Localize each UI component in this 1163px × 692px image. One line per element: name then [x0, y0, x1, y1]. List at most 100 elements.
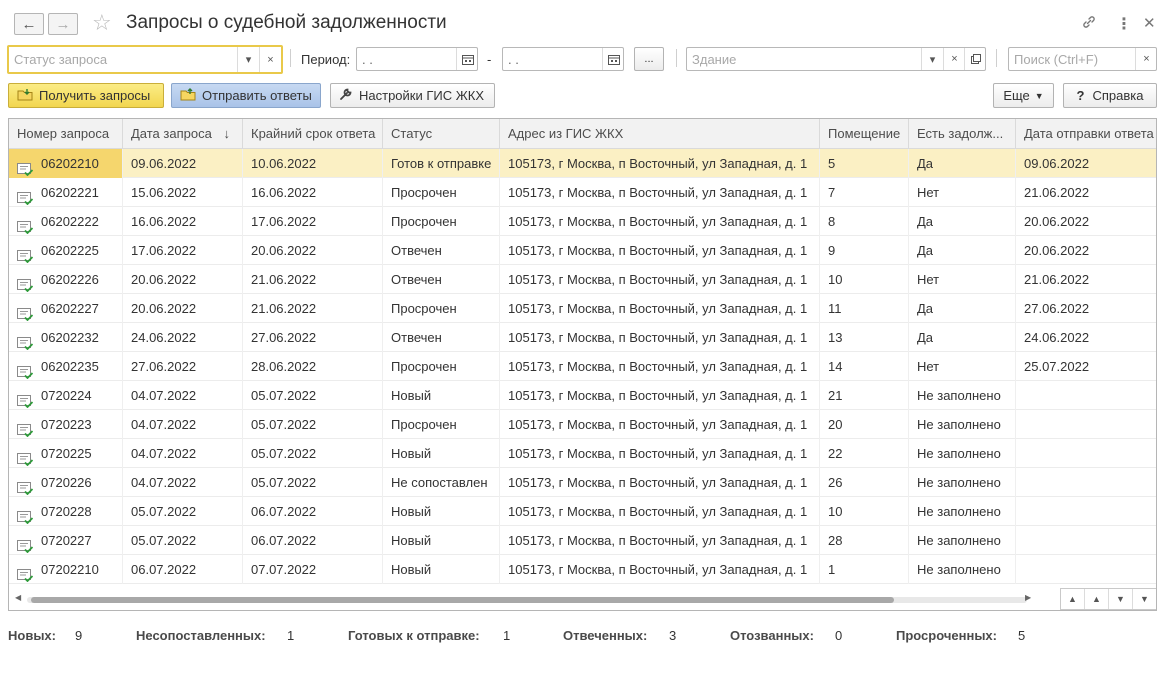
last-page-icon[interactable]: ▼	[1133, 589, 1156, 609]
cell-status: Просрочен	[383, 207, 500, 236]
table-row[interactable]: 0720227 05.07.2022 06.07.2022 Новый 105173, …	[9, 526, 1156, 555]
chevron-down-icon[interactable]: ▾	[921, 48, 943, 70]
cell-request-date: 04.07.2022	[123, 410, 243, 439]
star-icon[interactable]: ☆	[92, 10, 112, 36]
table-row[interactable]: 0720228 05.07.2022 06.07.2022 Новый 105173, …	[9, 497, 1156, 526]
table-row[interactable]: 0720223 04.07.2022 05.07.2022 Просрочен 1051…	[9, 410, 1156, 439]
header-status[interactable]: Статус	[383, 119, 500, 149]
chevron-down-icon[interactable]: ▾	[237, 47, 259, 72]
table-row[interactable]: 06202226 20.06.2022 21.06.2022 Отвечен 10517…	[9, 265, 1156, 294]
cell-answer-date	[1016, 410, 1156, 439]
more-label: Еще	[1003, 88, 1030, 103]
table-row[interactable]: 06202210 09.06.2022 10.06.2022 Готов к отпр…	[9, 149, 1156, 178]
table-row[interactable]: 0720224 04.07.2022 05.07.2022 Новый 105173, …	[9, 381, 1156, 410]
requests-table[interactable]: Номер запроса Дата запроса ↓ Крайний сро…	[8, 118, 1157, 611]
table-row[interactable]: 06202235 27.06.2022 28.06.2022 Просрочен 105…	[9, 352, 1156, 381]
table-row[interactable]: 06202222 16.06.2022 17.06.2022 Просрочен 105…	[9, 207, 1156, 236]
cell-address: 105173, г Москва, п Восточный, ул Западн…	[500, 265, 820, 294]
document-check-icon	[17, 331, 34, 351]
cell-status: Просрочен	[383, 410, 500, 439]
clear-icon[interactable]: ×	[943, 48, 965, 70]
gis-settings-button[interactable]: Настройки ГИС ЖКХ	[330, 83, 495, 108]
cell-request-number: 07202210	[9, 555, 123, 584]
get-requests-button[interactable]: Получить запросы	[8, 83, 164, 108]
cell-premises: 28	[820, 526, 909, 555]
forward-button[interactable]: →	[48, 13, 78, 35]
calendar-icon[interactable]	[456, 48, 478, 70]
more-button[interactable]: Еще ▼	[993, 83, 1054, 108]
header-address[interactable]: Адрес из ГИС ЖКХ	[500, 119, 820, 149]
cell-has-debt: Не заполнено	[909, 439, 1016, 468]
scroll-left-icon[interactable]: ◀	[15, 593, 21, 602]
back-button[interactable]: ←	[14, 13, 44, 35]
date-to-field[interactable]: . .	[502, 47, 624, 71]
close-icon[interactable]: ✕	[1143, 14, 1156, 32]
period-select-button[interactable]: ...	[634, 47, 664, 71]
cell-deadline: 17.06.2022	[243, 207, 383, 236]
help-button[interactable]: ? Справка	[1063, 83, 1157, 108]
footer-answered-label: Отвеченных:	[563, 628, 648, 643]
table-row[interactable]: 0720226 04.07.2022 05.07.2022 Не сопоставле…	[9, 468, 1156, 497]
cell-address: 105173, г Москва, п Восточный, ул Западн…	[500, 497, 820, 526]
header-request-number[interactable]: Номер запроса	[9, 119, 123, 149]
building-field[interactable]: Здание ▾ ×	[686, 47, 986, 71]
cell-status: Новый	[383, 526, 500, 555]
period-label: Период:	[301, 52, 351, 67]
document-check-icon	[17, 273, 34, 293]
cell-answer-date: 20.06.2022	[1016, 236, 1156, 265]
scroll-thumb[interactable]	[31, 597, 894, 603]
request-number: 06202210	[41, 156, 99, 171]
open-icon[interactable]	[964, 48, 986, 70]
table-row[interactable]: 06202232 24.06.2022 27.06.2022 Отвечен 10517…	[9, 323, 1156, 352]
date-from-field[interactable]: . .	[356, 47, 478, 71]
cell-answer-date	[1016, 497, 1156, 526]
cell-premises: 11	[820, 294, 909, 323]
cell-request-date: 04.07.2022	[123, 381, 243, 410]
cell-request-date: 15.06.2022	[123, 178, 243, 207]
wrench-icon	[339, 87, 353, 104]
request-number: 06202221	[41, 185, 99, 200]
cell-request-number: 0720226	[9, 468, 123, 497]
document-check-icon	[17, 563, 34, 583]
document-check-icon	[17, 215, 34, 235]
kebab-menu-icon[interactable]: ⋮	[1116, 14, 1132, 34]
send-answers-button[interactable]: Отправить ответы	[171, 83, 321, 108]
cell-address: 105173, г Москва, п Восточный, ул Западн…	[500, 149, 820, 178]
first-page-icon[interactable]: ▲	[1061, 589, 1085, 609]
search-input[interactable]: Поиск (Ctrl+F) ×	[1008, 47, 1157, 71]
cell-request-date: 17.06.2022	[123, 236, 243, 265]
cell-request-number: 06202210	[9, 149, 123, 178]
table-row[interactable]: 06202227 20.06.2022 21.06.2022 Просрочен 105…	[9, 294, 1156, 323]
cell-request-date: 06.07.2022	[123, 555, 243, 584]
cell-has-debt: Нет	[909, 178, 1016, 207]
horizontal-scrollbar[interactable]: ◀ ▶	[9, 593, 1039, 607]
cell-deadline: 28.06.2022	[243, 352, 383, 381]
clear-icon[interactable]: ×	[259, 47, 281, 72]
table-row[interactable]: 06202225 17.06.2022 20.06.2022 Отвечен 10517…	[9, 236, 1156, 265]
prev-page-icon[interactable]: ▲	[1085, 589, 1109, 609]
cell-deadline: 05.07.2022	[243, 410, 383, 439]
cell-address: 105173, г Москва, п Восточный, ул Западн…	[500, 207, 820, 236]
cell-has-debt: Не заполнено	[909, 555, 1016, 584]
status-filter-field[interactable]: Статус запроса ▾ ×	[7, 45, 283, 74]
clear-icon[interactable]: ×	[1135, 48, 1157, 70]
header-premises[interactable]: Помещение	[820, 119, 909, 149]
header-has-debt[interactable]: Есть задолж...	[909, 119, 1016, 149]
cell-address: 105173, г Москва, п Восточный, ул Западн…	[500, 410, 820, 439]
link-icon[interactable]	[1081, 14, 1097, 35]
next-page-icon[interactable]: ▼	[1109, 589, 1133, 609]
table-row[interactable]: 06202221 15.06.2022 16.06.2022 Просрочен 105…	[9, 178, 1156, 207]
table-row[interactable]: 07202210 06.07.2022 07.07.2022 Новый 105173,…	[9, 555, 1156, 584]
calendar-icon[interactable]	[602, 48, 624, 70]
table-row[interactable]: 0720225 04.07.2022 05.07.2022 Новый 105173, …	[9, 439, 1156, 468]
scroll-right-icon[interactable]: ▶	[1025, 593, 1031, 602]
request-number: 0720223	[41, 417, 92, 432]
header-request-date[interactable]: Дата запроса ↓	[123, 119, 243, 149]
request-number: 0720224	[41, 388, 92, 403]
cell-premises: 26	[820, 468, 909, 497]
header-deadline[interactable]: Крайний срок ответа	[243, 119, 383, 149]
cell-answer-date: 27.06.2022	[1016, 294, 1156, 323]
cell-answer-date: 21.06.2022	[1016, 178, 1156, 207]
cell-premises: 20	[820, 410, 909, 439]
header-answer-date[interactable]: Дата отправки ответа	[1016, 119, 1156, 149]
